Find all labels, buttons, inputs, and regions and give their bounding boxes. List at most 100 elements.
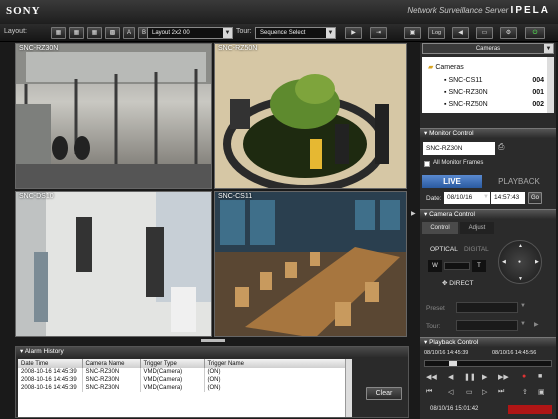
camera-1-image [16, 44, 211, 188]
alarm-history-header[interactable]: ▾ Alarm History [16, 347, 408, 357]
clear-button[interactable]: Clear [366, 387, 402, 400]
log-button[interactable]: Log [428, 27, 445, 39]
arrow-left-icon[interactable]: ◀ [502, 259, 506, 265]
tour-play-icon[interactable]: ▶ [534, 321, 539, 328]
snapshot-icon[interactable]: ▣ [538, 388, 545, 396]
rewind-icon[interactable]: ◀ [448, 373, 453, 381]
export-button[interactable]: ⇥ [370, 27, 387, 39]
arrow-right-icon[interactable]: ▶ [535, 259, 539, 265]
tree-item[interactable]: ▪ SNC-RZ30N 001 [444, 89, 544, 96]
digital-zoom-label[interactable]: DIGITAL [464, 246, 489, 253]
camera-3-label: SNC-DS10 [19, 193, 54, 200]
tree-item-name: SNC-RZ30N [448, 89, 488, 96]
layout-4x4-button[interactable]: ▩ [105, 27, 120, 39]
fast-forward-icon[interactable]: ▶▶ [498, 373, 509, 381]
title-bar: SONY Network Surveillance Server IPELA [0, 0, 558, 24]
playback-transport-row-2: ⏮ ◁ ▭ ▷ ⏭ ⇪ ▣ [426, 388, 552, 398]
tour-select-right[interactable] [456, 320, 518, 331]
slow-icon[interactable]: ▭ [466, 388, 473, 396]
cell-date-time: 2008-10-16 14:45:39 [18, 376, 83, 384]
toolbar: Layout: ▦ ▦ ▦ ▩ A B Layout 2x2 00 ▼ Tour:… [0, 24, 558, 42]
camera-snapshot-icon[interactable]: ⎙ [498, 142, 510, 154]
settings-button[interactable]: ⚙ [500, 27, 517, 39]
camera-view-1[interactable]: SNC-RZ30N [15, 43, 212, 189]
rewind-fast-icon[interactable]: ◀◀ [426, 373, 437, 381]
optical-zoom-label[interactable]: OPTICAL [430, 246, 458, 253]
ipela-mark: IPELA [510, 5, 550, 16]
monitor-camera-field[interactable]: SNC-RZ30N [423, 142, 495, 155]
zoom-wide-button[interactable]: W [428, 260, 442, 272]
zoom-tele-button[interactable]: T [472, 260, 486, 272]
layout-2x2-button[interactable]: ▦ [69, 27, 84, 39]
skip-forward-icon[interactable]: ⏭ [498, 388, 504, 396]
playback-tab[interactable]: PLAYBACK [484, 175, 554, 188]
live-tab[interactable]: LIVE [422, 175, 482, 188]
adjust-tab[interactable]: Adjust [460, 222, 494, 234]
play-tour-button[interactable]: ▶ [345, 27, 362, 39]
col-trigger-name[interactable]: Trigger Name [204, 359, 352, 368]
play-icon[interactable]: ▶ [482, 373, 487, 381]
playback-timeline-thumb[interactable] [449, 361, 457, 366]
tree-item[interactable]: ▪ SNC-RZ50N 002 [444, 101, 544, 108]
tree-scrollbar[interactable] [547, 57, 554, 113]
time-field[interactable]: 14:57:43 [491, 192, 525, 204]
skip-back-icon[interactable]: ⏮ [426, 388, 432, 396]
chevron-down-icon[interactable]: ▼ [520, 303, 526, 309]
direct-button[interactable]: ✥ DIRECT [442, 279, 473, 287]
layout-1x1-button[interactable]: ▦ [51, 27, 66, 39]
alarm-table: Date Time Camera Name Trigger Type Trigg… [18, 359, 352, 392]
user-icon[interactable]: ⏻ [525, 27, 545, 39]
layout-a-button[interactable]: A [123, 27, 135, 39]
camera-view-4[interactable]: SNC-CS11 [214, 191, 407, 337]
col-trigger-type[interactable]: Trigger Type [140, 359, 205, 368]
preset-select[interactable] [456, 302, 518, 313]
playback-timeline[interactable] [424, 360, 552, 367]
step-back-icon[interactable]: ◁ [448, 388, 453, 396]
stop-icon[interactable]: ■ [538, 373, 542, 380]
tree-item[interactable]: ▪ SNC-CS11 004 [444, 77, 544, 84]
camera-control-title: Camera Control [429, 211, 475, 218]
record-icon[interactable]: ● [522, 373, 526, 380]
go-button[interactable]: Go [528, 192, 542, 204]
alarm-scrollbar[interactable] [345, 359, 352, 417]
camera-view-3[interactable]: SNC-DS10 [15, 191, 212, 337]
playback-control-title: Playback Control [429, 339, 479, 346]
center-dot-icon[interactable]: ● [518, 259, 521, 265]
table-row[interactable]: 2008-10-16 14:45:39 SNC-RZ30N VMD(Camera… [18, 384, 352, 392]
control-tab[interactable]: Control [422, 222, 458, 234]
tree-item-name: SNC-CS11 [448, 77, 483, 84]
all-frames-checkbox[interactable] [424, 161, 430, 167]
col-date-time[interactable]: Date Time [18, 359, 83, 368]
export-clip-icon[interactable]: ⇪ [522, 388, 528, 396]
pause-icon[interactable]: ❚❚ [464, 373, 476, 381]
alarm-table-wrap: Date Time Camera Name Trigger Type Trigg… [18, 359, 352, 417]
camera-list-button[interactable]: ▣ [404, 27, 421, 39]
camera-4-label: SNC-CS11 [218, 193, 253, 200]
collapse-panel-arrow-icon[interactable]: ▶ [411, 210, 416, 222]
speaker-icon[interactable]: ◀ [452, 27, 469, 39]
camera-3-image [16, 192, 211, 336]
layout-3x3-button[interactable]: ▦ [87, 27, 102, 39]
layout-select[interactable]: Layout 2x2 00 ▼ [147, 27, 233, 39]
monitor-control-header[interactable]: ▾ Monitor Control [420, 128, 556, 138]
vertical-splitter-handle[interactable] [201, 339, 225, 342]
camera-control-header[interactable]: ▾ Camera Control [420, 209, 556, 219]
table-row[interactable]: 2008-10-16 14:45:39 SNC-RZ30N VMD(Camera… [18, 376, 352, 384]
col-camera-name[interactable]: Camera Name [82, 359, 141, 368]
playback-control-header[interactable]: ▾ Playback Control [420, 337, 556, 347]
tree-root[interactable]: ▰ Cameras [428, 63, 464, 71]
cell-camera-name: SNC-RZ30N [82, 376, 141, 384]
camera-view-2[interactable]: SNC-RZ50N [214, 43, 407, 189]
monitor-button[interactable]: ▭ [476, 27, 493, 39]
cameras-select[interactable]: Cameras ▼ [422, 43, 554, 54]
alarm-history-panel: ▾ Alarm History Date Time Camera Name Tr… [15, 346, 409, 418]
step-forward-icon[interactable]: ▷ [482, 388, 487, 396]
table-row[interactable]: 2008-10-16 14:45:39 SNC-RZ30N VMD(Camera… [18, 368, 352, 376]
zoom-slider[interactable] [444, 262, 470, 270]
arrow-down-icon[interactable]: ▼ [518, 276, 523, 282]
tour-select[interactable]: Sequence Select ▼ [255, 27, 336, 39]
arrow-up-icon[interactable]: ▲ [518, 243, 523, 249]
chevron-down-icon[interactable]: ▼ [483, 194, 489, 200]
chevron-down-icon[interactable]: ▼ [520, 321, 526, 327]
ptz-joystick[interactable]: ▲ ▼ ◀ ▶ ● [498, 240, 542, 284]
